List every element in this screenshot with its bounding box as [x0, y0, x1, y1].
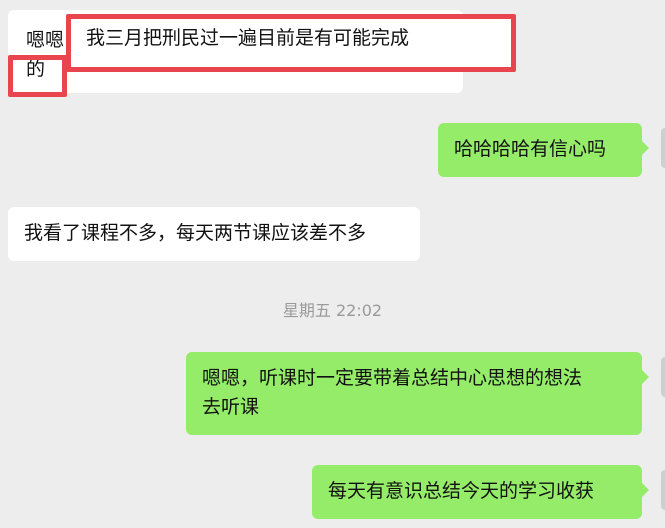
message-text: 我三月把刑民过一遍目前是有可能完成 — [86, 27, 410, 49]
message-text: 我看了课程不多，每天两节课应该差不多 — [24, 222, 367, 244]
incoming-message[interactable]: 我看了课程不多，每天两节课应该差不多 — [8, 207, 420, 261]
message-text: 每天有意识总结今天的学习收获 — [328, 480, 595, 502]
avatar[interactable] — [661, 470, 665, 510]
outgoing-message[interactable]: 每天有意识总结今天的学习收获 — [312, 465, 649, 519]
message-line: 的 — [26, 58, 46, 80]
highlighted-message-text: 我三月把刑民过一遍目前是有可能完成 — [66, 14, 516, 72]
outgoing-message[interactable]: 嗯嗯，听课时一定要带着总结中心思想的想法 去听课 — [186, 352, 649, 435]
message-text: 哈哈哈哈有信心吗 — [454, 138, 607, 160]
message-line: 嗯嗯 — [26, 29, 65, 51]
message-line: 去听课 — [202, 396, 260, 418]
avatar[interactable] — [661, 357, 665, 397]
message-timestamp: 星期五 22:02 — [282, 301, 383, 320]
chat-thread: 嗯嗯 的 我三月把刑民过一遍目前是有可能完成 哈哈哈哈有信心吗 我看了课程不多，… — [0, 0, 665, 528]
avatar[interactable] — [661, 128, 665, 168]
message-line: 嗯嗯，听课时一定要带着总结中心思想的想法 — [202, 367, 583, 389]
outgoing-message[interactable]: 哈哈哈哈有信心吗 — [438, 123, 649, 177]
